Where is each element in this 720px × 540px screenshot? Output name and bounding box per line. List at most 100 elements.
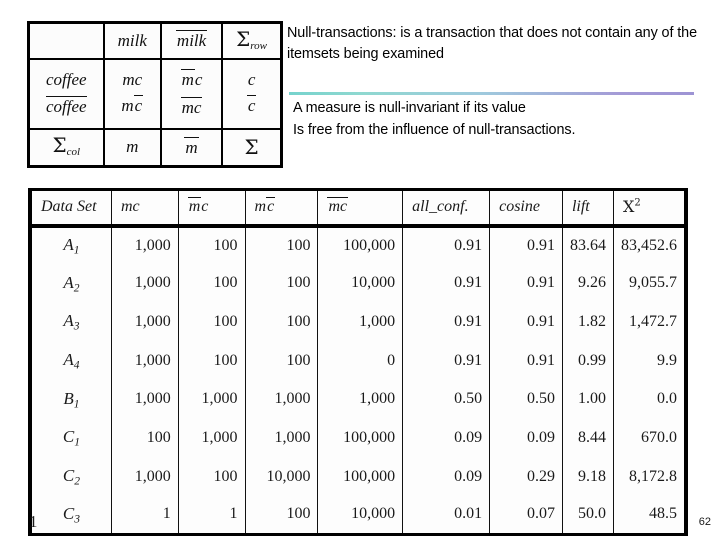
cell-lift: 8.44	[561, 418, 614, 458]
contingency-cell-sum-coffee: c c	[221, 57, 283, 130]
contingency-table: milk milk Σrow coffee coffee mc mc mc mc…	[27, 21, 283, 168]
column-header-mbar-c: mc	[177, 189, 246, 228]
cell-all-conf: 0.91	[402, 302, 491, 342]
cell-mc: 1,000	[110, 341, 179, 380]
measures-comparison-table: Data Set mc mc mc mc all_conf. cosine li…	[28, 188, 688, 536]
cell-mbarcbar: 100,000	[317, 457, 404, 496]
cell-all-conf: 0.91	[402, 341, 491, 380]
cell-mc: 1,000	[110, 264, 179, 303]
cell-mbarcbar: 1,000	[317, 380, 404, 419]
cell-chi2: 83,452.6	[612, 225, 686, 265]
cell-mcbar: 100	[244, 341, 319, 380]
cell-mcbar: 1,000	[244, 380, 319, 419]
contingency-col-milk-bar: milk	[159, 21, 224, 60]
cell-data-set: A2	[30, 264, 112, 303]
contingency-footer-m-bar: m	[159, 127, 224, 168]
cell-lift: 9.18	[561, 457, 614, 496]
column-header-chi-square: X2	[612, 189, 686, 228]
cell-mbarc: 1,000	[177, 380, 246, 419]
cell-chi2: 8,172.8	[612, 457, 686, 496]
cell-chi2: 48.5	[612, 495, 686, 535]
contingency-row-labels: coffee coffee	[27, 57, 105, 130]
cell-mbarc: 100	[177, 225, 246, 265]
table-header-row: Data Set mc mc mc mc all_conf. cosine li…	[30, 189, 686, 228]
sigma-col-subscript: col	[66, 146, 81, 159]
cell-cosine: 0.91	[489, 264, 563, 303]
cell-mbarc: 100	[177, 302, 246, 342]
m-label: m	[126, 137, 139, 157]
cell-mc: 1,000	[110, 380, 179, 419]
cell-mcbar: 1,000	[244, 418, 319, 458]
contingency-corner-cell	[27, 21, 105, 60]
cell-mc: mc	[122, 69, 143, 89]
milk-bar-label: milk	[175, 30, 208, 51]
cell-cosine: 0.07	[489, 495, 563, 535]
contingency-cell-milkbar-coffee: mc mc	[159, 57, 224, 130]
cell-data-set: B1	[30, 380, 112, 419]
null-invariant-line-1: A measure is null-invariant if its value	[293, 100, 526, 116]
cell-cosine: 0.09	[489, 418, 563, 458]
cell-chi2: 670.0	[612, 418, 686, 458]
table-row: A4 1,000 100 100 0 0.91 0.91 0.99 9.9	[30, 341, 686, 380]
coffee-bar-label: coffee	[46, 96, 87, 116]
cell-all-conf: 0.50	[402, 380, 491, 419]
milk-label: milk	[117, 30, 147, 50]
null-transactions-text: Null-transactions: is a transaction that…	[287, 25, 697, 62]
cell-mbarcbar: 1,000	[317, 302, 404, 342]
cell-chi2: 0.0	[612, 380, 686, 419]
contingency-col-sum-row: Σrow	[221, 21, 283, 60]
cell-mbar-cbar: mc	[180, 97, 203, 117]
coffee-label: coffee	[46, 70, 87, 90]
cell-mbarc: 100	[177, 264, 246, 303]
cell-mbarc: 100	[177, 341, 246, 380]
column-header-lift: lift	[561, 189, 614, 228]
cell-mc: 1,000	[110, 302, 179, 342]
cell-mbarcbar: 100,000	[317, 418, 404, 458]
column-header-mc: mc	[110, 189, 179, 228]
table-row: B1 1,000 1,000 1,000 1,000 0.50 0.50 1.00 0.0	[30, 380, 686, 419]
cell-mcbar: 100	[244, 302, 319, 342]
sigma-total-symbol: Σ	[244, 134, 259, 159]
contingency-cell-milk-coffee: mc mc	[102, 57, 162, 130]
cell-chi2: 9,055.7	[612, 264, 686, 303]
cell-mbarcbar: 0	[317, 341, 404, 380]
sigma-col-symbol: Σ	[52, 133, 67, 158]
cell-lift: 50.0	[561, 495, 614, 535]
table-row: C1 100 1,000 1,000 100,000 0.09 0.09 8.44 670.0	[30, 418, 686, 458]
cell-cosine: 0.91	[489, 225, 563, 265]
contingency-footer-m: m	[102, 127, 162, 168]
null-invariant-text: A measure is null-invariant if its value…	[293, 97, 717, 142]
cell-mbarcbar: 100,000	[317, 225, 404, 265]
cell-cbar: c	[246, 95, 257, 116]
cell-mbarc: 100	[177, 457, 246, 496]
cell-mc: 1,000	[110, 457, 179, 496]
column-header-data-set: Data Set	[30, 189, 112, 228]
cell-mbar-c: mc	[180, 68, 203, 89]
cell-chi2: 9.9	[612, 341, 686, 380]
cell-mcbar: 100	[244, 264, 319, 303]
null-invariant-line-2: Is free from the influence of null-trans…	[293, 122, 576, 139]
cell-mcbar: 10,000	[244, 457, 319, 496]
cell-mbarcbar: 10,000	[317, 264, 404, 303]
cell-c: c	[247, 69, 256, 89]
cell-cosine: 0.91	[489, 302, 563, 342]
cell-lift: 1.82	[561, 302, 614, 342]
cell-data-set: C3	[30, 495, 112, 535]
left-cut-glyph: 1	[29, 512, 38, 531]
cell-mc: 1,000	[110, 225, 179, 265]
sigma-row-subscript: row	[250, 40, 268, 53]
cell-mcbar: 100	[244, 495, 319, 535]
cell-mc: 1	[110, 495, 179, 535]
cell-mbarc: 1,000	[177, 418, 246, 458]
gradient-divider-rule	[289, 92, 694, 95]
column-header-all-conf: all_conf.	[402, 189, 491, 228]
cell-cosine: 0.29	[489, 457, 563, 496]
table-row: A2 1,000 100 100 10,000 0.91 0.91 9.26 9,055.7	[30, 264, 686, 303]
cell-lift: 0.99	[561, 341, 614, 380]
cell-data-set: A1	[30, 225, 112, 265]
cell-mbarcbar: 10,000	[317, 495, 404, 535]
contingency-footer-total: Σ	[221, 127, 283, 168]
cell-lift: 1.00	[561, 380, 614, 419]
column-header-cosine: cosine	[489, 189, 563, 228]
cell-data-set: C2	[30, 457, 112, 496]
